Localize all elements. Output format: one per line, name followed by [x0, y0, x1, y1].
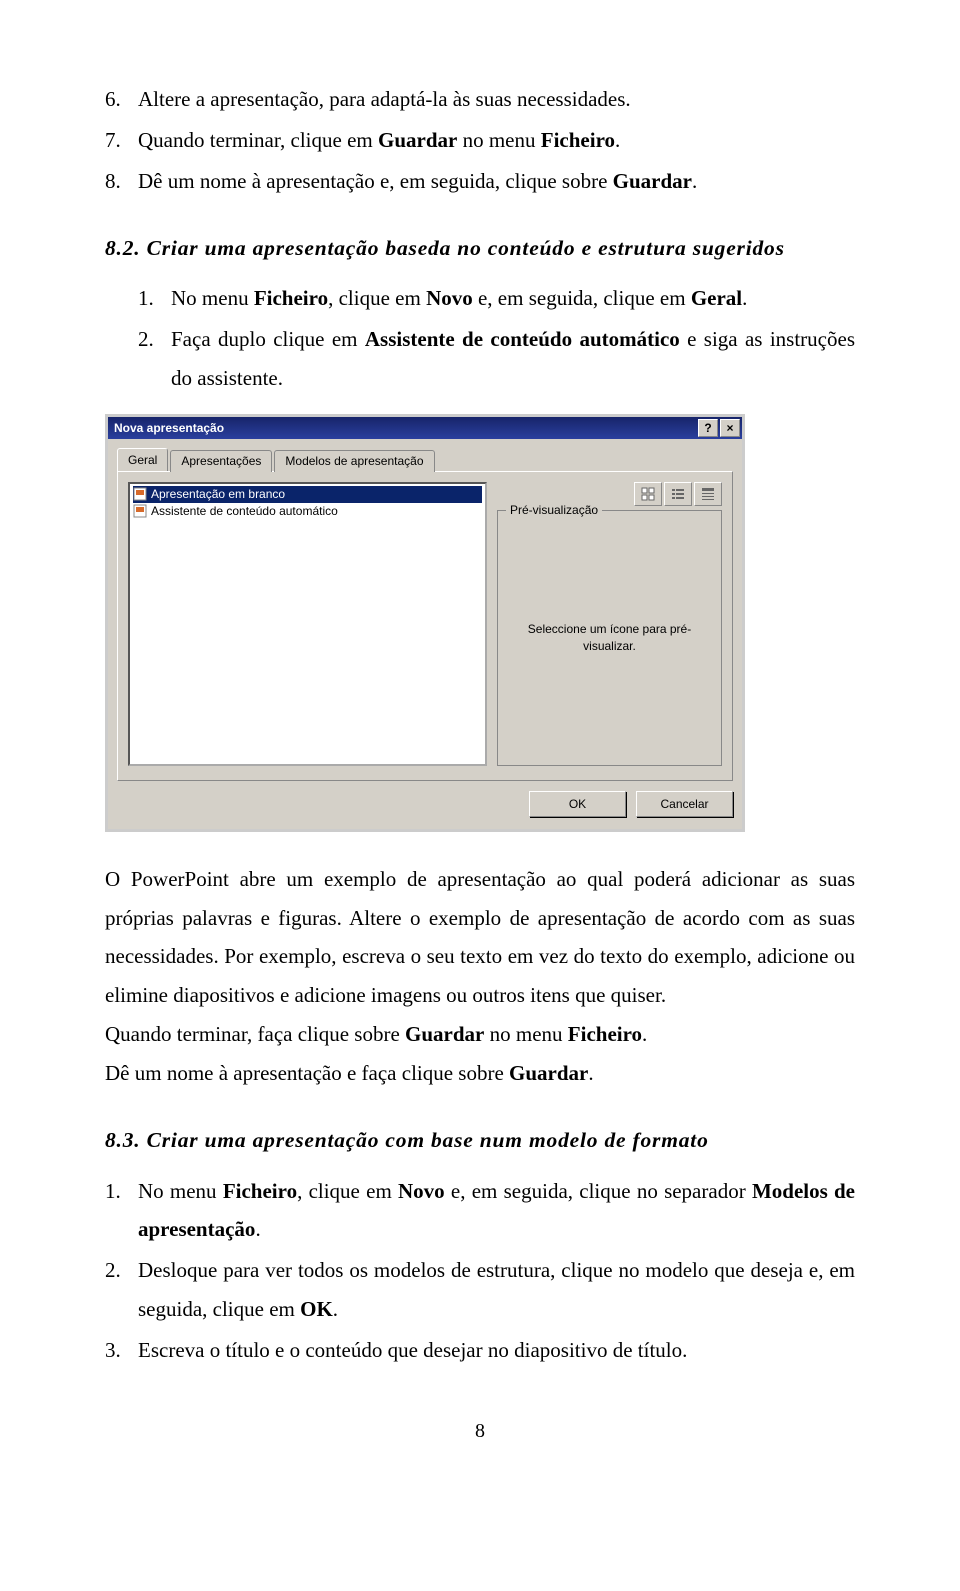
list-item-6: 6. Altere a apresentação, para adaptá-la…: [105, 80, 855, 119]
list-text: Desloque para ver todos os modelos de es…: [138, 1251, 855, 1329]
dialog-title: Nova apresentação: [114, 421, 696, 435]
list-item-autocontent-wizard[interactable]: Assistente de conteúdo automático: [133, 503, 482, 520]
sublist-item-1: 1. No menu Ficheiro, clique em Novo e, e…: [105, 279, 855, 318]
list-item-7: 7. Quando terminar, clique em Guardar no…: [105, 121, 855, 160]
large-icons-icon: [641, 487, 655, 501]
list-text: Altere a apresentação, para adaptá-la às…: [138, 80, 855, 119]
s83-item-1: 1. No menu Ficheiro, clique em Novo e, e…: [105, 1172, 855, 1250]
page-number: 8: [105, 1420, 855, 1443]
s83-item-2: 2. Desloque para ver todos os modelos de…: [105, 1251, 855, 1329]
preview-legend: Pré-visualização: [506, 503, 602, 517]
cancel-button[interactable]: Cancelar: [636, 791, 733, 817]
list-number: 6.: [105, 80, 138, 119]
template-listbox[interactable]: Apresentação em branco Assistente de con…: [128, 482, 487, 766]
view-large-icons-button[interactable]: [634, 482, 662, 506]
help-button[interactable]: ?: [698, 419, 718, 437]
tab-modelos[interactable]: Modelos de apresentação: [274, 450, 434, 472]
preview-fieldset: Pré-visualização Seleccione um ícone par…: [497, 510, 722, 766]
list-number: 8.: [105, 162, 138, 201]
list-item-label: Assistente de conteúdo automático: [151, 504, 338, 518]
view-mode-buttons: [497, 482, 722, 504]
list-number: 2.: [105, 1251, 138, 1329]
list-number: 7.: [105, 121, 138, 160]
tab-geral[interactable]: Geral: [117, 448, 168, 471]
help-icon: ?: [704, 422, 711, 434]
list-number: 3.: [105, 1331, 138, 1370]
list-item-8: 8. Dê um nome à apresentação e, em segui…: [105, 162, 855, 201]
presentation-icon: [133, 504, 147, 518]
list-number: 1.: [138, 279, 171, 318]
s83-item-3: 3. Escreva o título e o conteúdo que des…: [105, 1331, 855, 1370]
heading-8-3: 8.3. Criar uma apresentação com base num…: [105, 1121, 855, 1160]
preview-column: Pré-visualização Seleccione um ícone par…: [497, 482, 722, 766]
list-text: Escreva o título e o conteúdo que deseja…: [138, 1331, 855, 1370]
close-button[interactable]: ×: [720, 419, 740, 437]
list-text: Dê um nome à apresentação e, em seguida,…: [138, 162, 855, 201]
list-item-label: Apresentação em branco: [151, 487, 285, 501]
view-details-button[interactable]: [694, 482, 722, 506]
tab-apresentacoes[interactable]: Apresentações: [170, 450, 272, 472]
list-text: No menu Ficheiro, clique em Novo e, em s…: [171, 279, 855, 318]
paragraph-save-instruction: Quando terminar, faça clique sobre Guard…: [105, 1015, 855, 1054]
tabstrip: Geral Apresentações Modelos de apresenta…: [117, 448, 733, 471]
list-text: No menu Ficheiro, clique em Novo e, em s…: [138, 1172, 855, 1250]
paragraph-name-instruction: Dê um nome à apresentação e faça clique …: [105, 1054, 855, 1093]
dialog-button-row: OK Cancelar: [117, 791, 733, 817]
list-number: 1.: [105, 1172, 138, 1250]
list-text: Quando terminar, clique em Guardar no me…: [138, 121, 855, 160]
dialog-body: Geral Apresentações Modelos de apresenta…: [108, 439, 742, 829]
template-list-column: Apresentação em branco Assistente de con…: [128, 482, 487, 766]
dialog-new-presentation: Nova apresentação ? × Geral Apresentaçõe…: [105, 414, 745, 832]
titlebar: Nova apresentação ? ×: [108, 417, 742, 439]
sublist-item-2: 2. Faça duplo clique em Assistente de co…: [105, 320, 855, 398]
list-item-blank-presentation[interactable]: Apresentação em branco: [133, 486, 482, 503]
view-list-button[interactable]: [664, 482, 692, 506]
paragraph-explanation: O PowerPoint abre um exemplo de apresent…: [105, 860, 855, 1015]
heading-8-2: 8.2. Criar uma apresentação baseda no co…: [105, 229, 855, 268]
list-text: Faça duplo clique em Assistente de conte…: [171, 320, 855, 398]
details-icon: [701, 487, 715, 501]
tab-panel-geral: Apresentação em branco Assistente de con…: [117, 471, 733, 781]
ok-button[interactable]: OK: [529, 791, 626, 817]
preview-hint: Seleccione um ícone para pré-visualizar.: [504, 621, 715, 655]
list-number: 2.: [138, 320, 171, 398]
list-icon: [671, 487, 685, 501]
close-icon: ×: [726, 422, 733, 434]
presentation-icon: [133, 487, 147, 501]
